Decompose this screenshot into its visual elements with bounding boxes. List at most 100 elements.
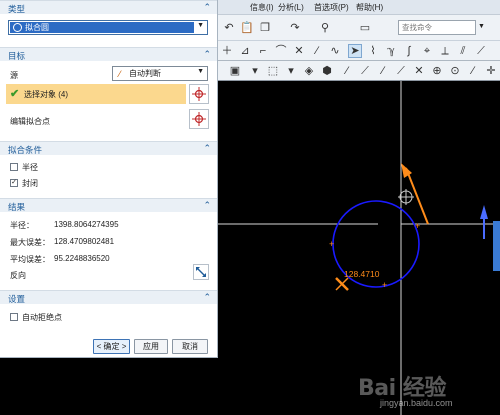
snap-end-icon[interactable]: ⟋ — [358, 64, 372, 78]
circle-icon — [13, 23, 22, 32]
source-label: 源 — [10, 71, 18, 80]
bend-icon[interactable]: ⌇ — [366, 44, 380, 58]
copy-icon[interactable]: ❐ — [258, 21, 272, 35]
fit-point-3: + — [382, 280, 387, 290]
avg-error-value: 95.2248836520 — [54, 254, 110, 263]
offset-icon[interactable]: ∕ — [310, 44, 324, 58]
window-icon[interactable]: ▭ — [358, 21, 372, 35]
infer-icon: ⁄ — [119, 69, 121, 79]
reverse-label: 反向 — [10, 271, 26, 280]
reverse-direction-button[interactable] — [193, 264, 209, 280]
toolbar-curve: ＋ ⊿ ⌐ ⌒ ✕ ∕ ∿ ➤ ⌇ ℽ ∫ ⌖ ⟂ ⫽ ⟋ — [218, 41, 500, 61]
closed-checkbox[interactable]: ✓ — [10, 179, 18, 187]
split-icon[interactable]: ⫽ — [456, 44, 470, 58]
edit-points-button[interactable] — [189, 109, 209, 129]
type-select-value: 拟合圆 — [25, 23, 49, 32]
closed-checkbox-label: 封闭 — [22, 179, 38, 188]
trim-icon[interactable]: ⊿ — [238, 44, 252, 58]
auto-reject-label: 自动拒绝点 — [22, 313, 62, 322]
chevron-down-icon[interactable]: ▼ — [197, 68, 204, 75]
menu-preferences[interactable]: 首选项(P) — [314, 2, 349, 13]
select-objects-label: 选择对象 (4) — [24, 90, 68, 99]
command-search-input[interactable] — [398, 20, 476, 35]
command-finder-icon[interactable]: ⚲ — [318, 21, 332, 35]
snap-control-icon[interactable]: ⟋ — [394, 64, 408, 78]
section-settings-header[interactable]: 设置 ⌃ — [0, 290, 217, 304]
radius-result-label: 半径： — [10, 221, 34, 230]
source-select[interactable]: ⁄ 自动判断 ▼ — [112, 66, 208, 81]
orange-arrow-head — [401, 163, 412, 178]
avg-error-label: 平均误差： — [10, 255, 50, 264]
snap-existing-icon[interactable]: ✛ — [484, 64, 498, 78]
select-objects-row[interactable]: ✔ 选择对象 (4) — [6, 84, 186, 104]
max-error-value: 128.4709802481 — [54, 237, 115, 246]
blend-icon[interactable]: ℽ — [384, 44, 398, 58]
collapse-chevron-icon[interactable]: ⌃ — [203, 200, 211, 211]
section-type-header[interactable]: 类型 ⌃ — [0, 0, 217, 14]
section-target-header[interactable]: 目标 ⌃ — [0, 47, 217, 61]
view-icon[interactable]: ◈ — [302, 64, 316, 78]
snap-center-icon[interactable]: ⊕ — [430, 64, 444, 78]
spline-icon[interactable]: ∫ — [402, 44, 416, 58]
section-target-title: 目标 — [8, 51, 26, 61]
menu-info[interactable]: 信息(I) — [250, 2, 274, 13]
point-picker-button[interactable] — [189, 84, 209, 104]
fillet-icon[interactable]: ⌒ — [274, 44, 288, 58]
menu-help[interactable]: 帮助(H) — [356, 2, 383, 13]
dropdown-icon-2[interactable]: ▾ — [284, 64, 298, 78]
blue-arrow-icon — [480, 205, 488, 219]
collapse-chevron-icon[interactable]: ⌃ — [203, 143, 211, 154]
section-type-title: 类型 — [8, 4, 26, 14]
type-select[interactable]: 拟合圆 ▼ — [8, 20, 208, 35]
paste-icon[interactable]: 📋 — [240, 21, 254, 35]
join-icon[interactable]: ⟋ — [474, 44, 488, 58]
radius-checkbox[interactable] — [10, 163, 18, 171]
extend-icon[interactable]: ⌐ — [256, 44, 270, 58]
auto-reject-checkbox[interactable] — [10, 313, 18, 321]
filter-icon[interactable]: ▣ — [228, 64, 242, 78]
crosshair-icon — [192, 87, 206, 101]
collapse-chevron-icon[interactable]: ⌃ — [203, 49, 211, 60]
collapse-chevron-icon[interactable]: ⌃ — [203, 2, 211, 13]
radius-result-value: 1398.8064274395 — [54, 220, 119, 229]
section-conditions-header[interactable]: 拟合条件 ⌃ — [0, 141, 217, 155]
snap-on-curve-icon[interactable]: ∕ — [466, 64, 480, 78]
chamfer-icon[interactable]: ✕ — [292, 44, 306, 58]
snap-intersect-icon[interactable]: ✕ — [412, 64, 426, 78]
max-error-label: 最大误差： — [10, 238, 50, 247]
curve-icon[interactable]: ∿ — [328, 44, 342, 58]
line-icon[interactable]: ＋ — [220, 44, 234, 58]
menu-analysis[interactable]: 分析(L) — [278, 2, 304, 13]
apply-button[interactable]: 应用 — [134, 339, 168, 354]
chevron-down-icon[interactable]: ▼ — [197, 22, 204, 29]
watermark-url: jingyan.baidu.com — [380, 398, 453, 408]
toolbar-main: ↶ 📋 ❐ ↷ ⚲ ▭ ▼ — [218, 15, 500, 41]
solid-icon[interactable]: ⬢ — [320, 64, 334, 78]
section-results-header[interactable]: 结果 ⌃ — [0, 198, 217, 212]
section-conditions-title: 拟合条件 — [8, 145, 43, 155]
project-icon[interactable]: ⟂ — [438, 44, 452, 58]
checkmark-icon: ✔ — [10, 88, 20, 100]
collapse-chevron-icon[interactable]: ⌃ — [203, 292, 211, 303]
crosshair-icon — [192, 112, 206, 126]
helix-icon[interactable]: ⌖ — [420, 44, 434, 58]
ok-button[interactable]: < 确定 > — [93, 339, 130, 354]
snap-mid-icon[interactable]: ∕ — [376, 64, 390, 78]
dropdown-icon[interactable]: ▾ — [248, 64, 262, 78]
fit-circle-dialog: 类型 ⌃ 拟合圆 ▼ 目标 ⌃ 源 ⁄ 自动判断 ▼ ✔ 选择对象 (4) 编辑… — [0, 0, 218, 358]
cancel-button[interactable]: 取消 — [172, 339, 208, 354]
snap-quadrant-icon[interactable]: ⊙ — [448, 64, 462, 78]
undo-icon[interactable]: ↶ — [222, 21, 236, 35]
redo-icon[interactable]: ↷ — [288, 21, 302, 35]
radius-checkbox-label: 半径 — [22, 163, 38, 172]
graphics-canvas[interactable]: + + + 128.4710 — [218, 81, 500, 415]
edit-fit-points-label: 编辑拟合点 — [10, 117, 50, 126]
toolbar-snap: ▣ ▾ ⬚ ▾ ◈ ⬢ ⁄ ⟋ ∕ ⟋ ✕ ⊕ ⊙ ∕ ✛ — [218, 61, 500, 81]
canvas-drawing: + + + 128.4710 — [218, 81, 500, 415]
fit-point-1: + — [415, 221, 420, 231]
search-dropdown-icon[interactable]: ▼ — [478, 23, 485, 30]
fit-point-2: + — [329, 239, 334, 249]
snap-point-icon[interactable]: ⁄ — [340, 64, 354, 78]
select-arrow-icon[interactable]: ➤ — [348, 44, 362, 58]
box-select-icon[interactable]: ⬚ — [266, 64, 280, 78]
